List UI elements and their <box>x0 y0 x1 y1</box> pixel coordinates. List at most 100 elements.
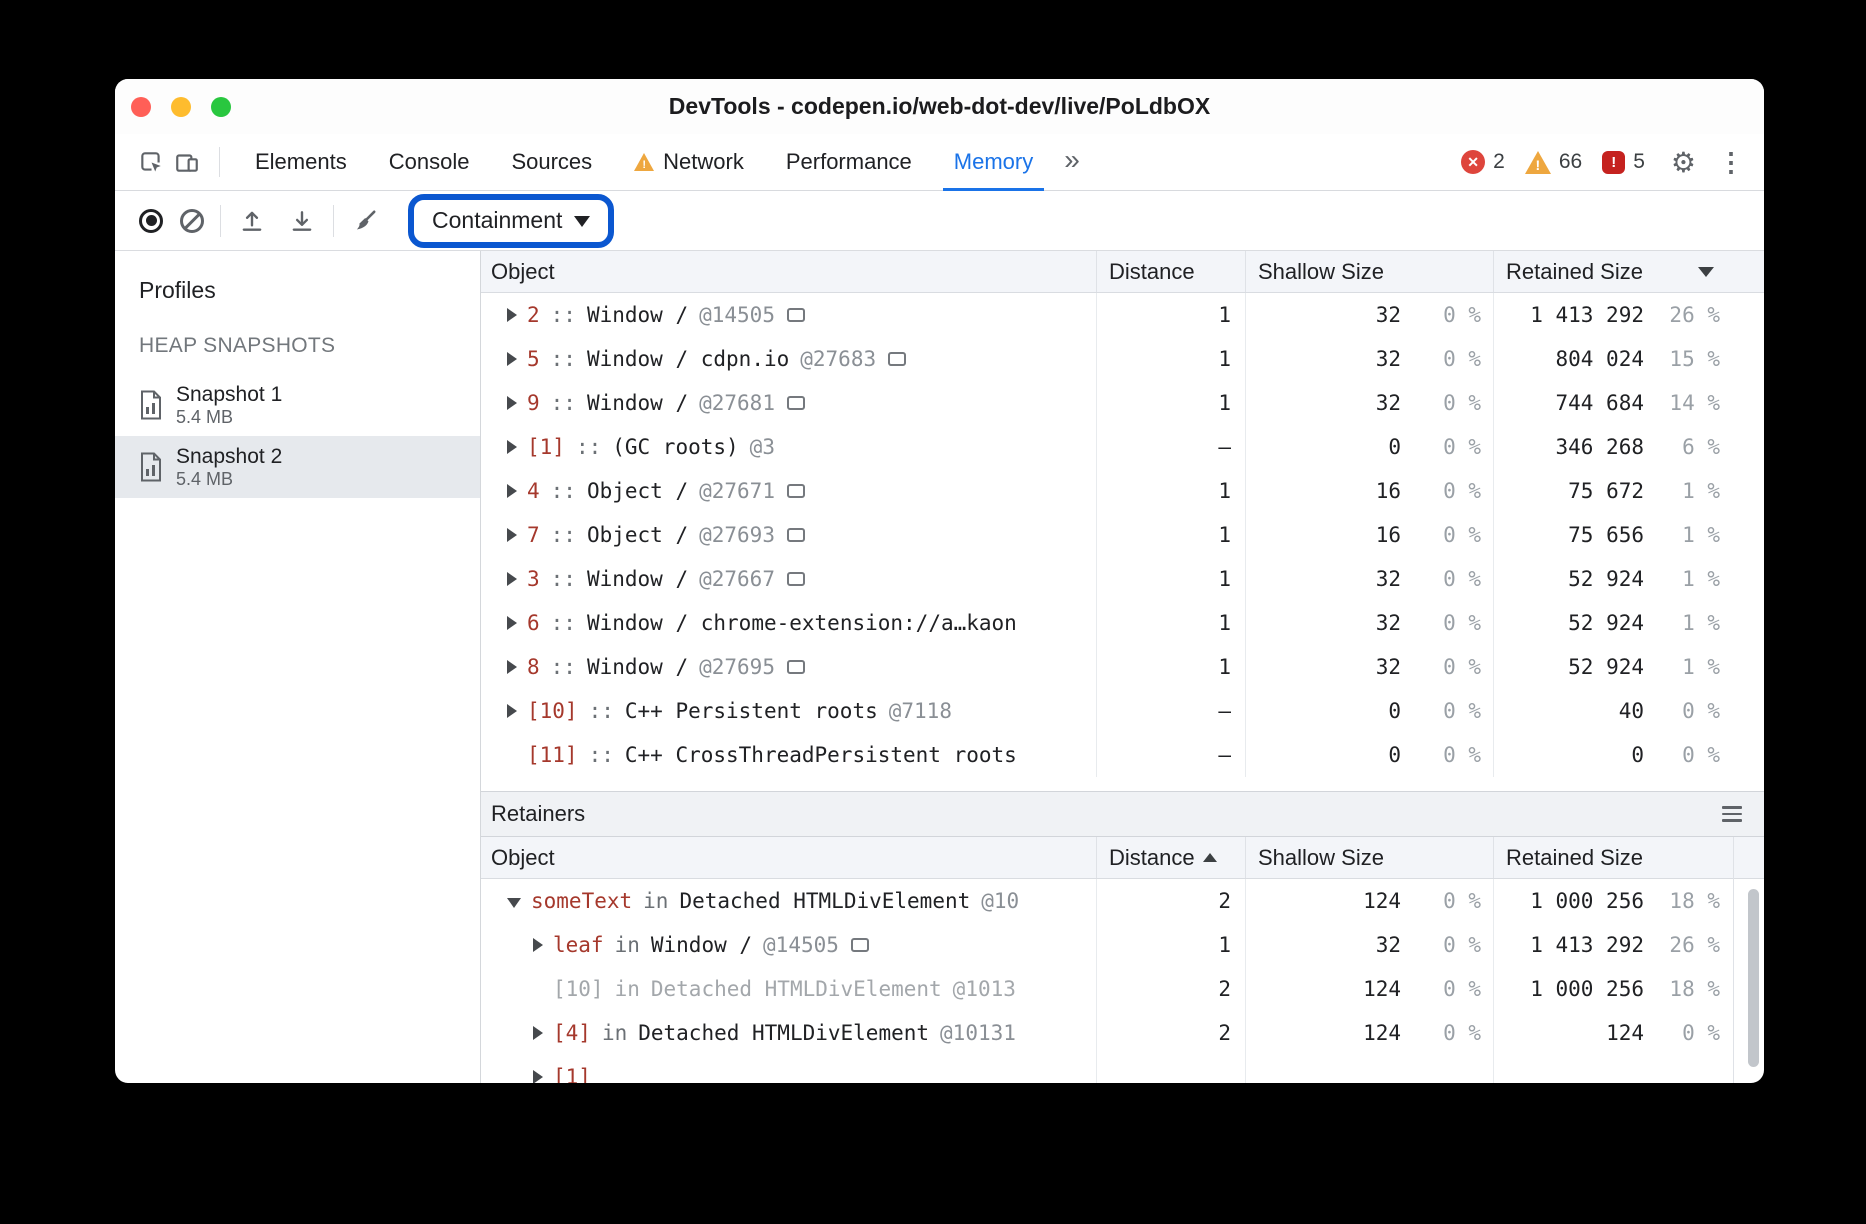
table-row[interactable]: [10] in Detached HTMLDivElement @1013 2 … <box>481 967 1764 1011</box>
expand-arrow-icon[interactable] <box>507 660 517 674</box>
object-cell: 9 :: Window / @27681 <box>481 381 1096 425</box>
table-row[interactable]: [4] in Detached HTMLDivElement @10131 2 … <box>481 1011 1764 1055</box>
reveal-icon[interactable] <box>787 528 805 542</box>
collect-garbage-button[interactable] <box>350 206 380 236</box>
column-header-shallow-size[interactable]: Shallow Size <box>1245 837 1493 878</box>
table-row[interactable]: someText in Detached HTMLDivElement @10 … <box>481 879 1764 923</box>
table-row[interactable]: [1] :: (GC roots) @3 – 00 % 346 2686 % <box>481 425 1764 469</box>
table-row[interactable]: 9 :: Window / @27681 1 320 % 744 68414 % <box>481 381 1764 425</box>
more-tabs-icon[interactable]: » <box>1054 144 1090 176</box>
table-row[interactable]: 2 :: Window / @14505 1 320 % 1 413 29226… <box>481 293 1764 337</box>
kebab-menu-icon[interactable]: ⋮ <box>1718 147 1744 178</box>
retained-size-cell: 400 % <box>1493 689 1764 733</box>
warning-badge[interactable]: ! 66 <box>1525 150 1582 174</box>
snapshot-name: Snapshot 2 <box>176 444 282 469</box>
column-header-retained-size[interactable]: Retained Size <box>1493 837 1764 878</box>
table-row[interactable]: 4 :: Object / @27671 1 160 % 75 6721 % <box>481 469 1764 513</box>
zoom-button[interactable] <box>211 97 231 117</box>
expand-arrow-icon[interactable] <box>533 1070 543 1083</box>
tab-memory[interactable]: Memory <box>933 134 1054 190</box>
shallow-value: 32 <box>1246 611 1401 635</box>
minimize-button[interactable] <box>171 97 191 117</box>
expand-arrow-icon[interactable] <box>507 572 517 586</box>
reveal-icon[interactable] <box>787 396 805 410</box>
column-header-distance[interactable]: Distance <box>1096 837 1245 878</box>
table-row[interactable]: 5 :: Window / cdpn.io @27683 1 320 % 804… <box>481 337 1764 381</box>
expand-arrow-icon[interactable] <box>533 938 543 952</box>
column-header-distance[interactable]: Distance <box>1096 251 1245 292</box>
record-button[interactable] <box>139 209 163 233</box>
reveal-icon[interactable] <box>787 308 805 322</box>
object-separator: :: <box>551 303 576 327</box>
column-header-shallow-size[interactable]: Shallow Size <box>1245 251 1493 292</box>
snapshot-item-2[interactable]: Snapshot 2 5.4 MB <box>115 436 480 498</box>
save-profile-button[interactable] <box>287 206 317 236</box>
reveal-icon[interactable] <box>787 572 805 586</box>
expand-arrow-icon[interactable] <box>507 898 521 908</box>
table-row[interactable]: [11] :: C++ CrossThreadPersistent roots … <box>481 733 1764 777</box>
object-id: @1013 <box>953 977 1016 1001</box>
tab-sources[interactable]: Sources <box>490 134 613 190</box>
tab-console[interactable]: Console <box>368 134 491 190</box>
tab-elements[interactable]: Elements <box>234 134 368 190</box>
object-separator: in <box>615 977 640 1001</box>
reveal-icon[interactable] <box>787 660 805 674</box>
distance-cell: – <box>1096 689 1245 733</box>
column-header-retained-size[interactable]: Retained Size <box>1493 251 1764 292</box>
snapshot-item-1[interactable]: Snapshot 1 5.4 MB <box>115 374 480 436</box>
expand-arrow-icon[interactable] <box>507 352 517 366</box>
divider <box>219 147 220 177</box>
object-separator: :: <box>551 347 576 371</box>
shallow-value: 32 <box>1246 567 1401 591</box>
column-header-object[interactable]: Object <box>481 251 1096 292</box>
shallow-size-cell: 00 % <box>1245 425 1493 469</box>
tab-performance[interactable]: Performance <box>765 134 933 190</box>
table-row[interactable]: leaf in Window / @14505 1 320 % 1 413 29… <box>481 923 1764 967</box>
view-mode-select[interactable]: Containment <box>432 207 562 234</box>
retained-size-cell: 00 % <box>1493 733 1764 777</box>
expand-arrow-icon[interactable] <box>507 484 517 498</box>
error-badge[interactable]: ✕ 2 <box>1461 150 1505 174</box>
reveal-icon[interactable] <box>851 938 869 952</box>
table-row[interactable]: [10] :: C++ Persistent roots @7118 – 00 … <box>481 689 1764 733</box>
close-button[interactable] <box>131 97 151 117</box>
expand-arrow-icon[interactable] <box>507 528 517 542</box>
object-cell: [11] :: C++ CrossThreadPersistent roots <box>481 733 1096 777</box>
expand-arrow-icon[interactable] <box>533 1026 543 1040</box>
object-desc: Detached HTMLDivElement <box>638 1021 929 1045</box>
object-id: @3 <box>750 435 775 459</box>
retained-value: 1 000 256 <box>1494 977 1644 1001</box>
expand-arrow-icon[interactable] <box>507 704 517 718</box>
object-separator: :: <box>551 567 576 591</box>
chevron-down-icon <box>574 216 590 227</box>
retained-percent: 14 % <box>1644 391 1720 415</box>
clear-profiles-button[interactable] <box>180 209 204 233</box>
table-row[interactable]: 7 :: Object / @27693 1 160 % 75 6561 % <box>481 513 1764 557</box>
table-row[interactable]: [1] <box>481 1055 1764 1083</box>
issues-badge[interactable]: ! 5 <box>1602 150 1645 174</box>
expand-arrow-icon[interactable] <box>507 440 517 454</box>
tab-network[interactable]: ! Network <box>613 134 765 190</box>
sort-asc-icon <box>1203 853 1217 862</box>
expand-arrow-icon[interactable] <box>507 396 517 410</box>
reveal-icon[interactable] <box>787 484 805 498</box>
menu-icon[interactable] <box>1722 806 1742 822</box>
shallow-percent: 0 % <box>1401 699 1481 723</box>
scrollbar-thumb[interactable] <box>1748 889 1759 1067</box>
expand-arrow-icon[interactable] <box>507 616 517 630</box>
table-row[interactable]: 8 :: Window / @27695 1 320 % 52 9241 % <box>481 645 1764 689</box>
shallow-size-cell: 320 % <box>1245 337 1493 381</box>
reveal-icon[interactable] <box>888 352 906 366</box>
load-profile-button[interactable] <box>237 206 267 236</box>
shallow-value: 32 <box>1246 933 1401 957</box>
settings-gear-icon[interactable]: ⚙ <box>1671 146 1696 179</box>
object-name: [11] <box>527 743 578 767</box>
column-header-object[interactable]: Object <box>481 837 1096 878</box>
inspect-element-button[interactable] <box>133 144 169 180</box>
retained-value: 40 <box>1494 699 1644 723</box>
device-toolbar-button[interactable] <box>169 144 205 180</box>
table-row[interactable]: 6 :: Window / chrome-extension://a…kaon … <box>481 601 1764 645</box>
expand-arrow-icon[interactable] <box>507 308 517 322</box>
object-desc: Window / cdpn.io <box>587 347 789 371</box>
table-row[interactable]: 3 :: Window / @27667 1 320 % 52 9241 % <box>481 557 1764 601</box>
